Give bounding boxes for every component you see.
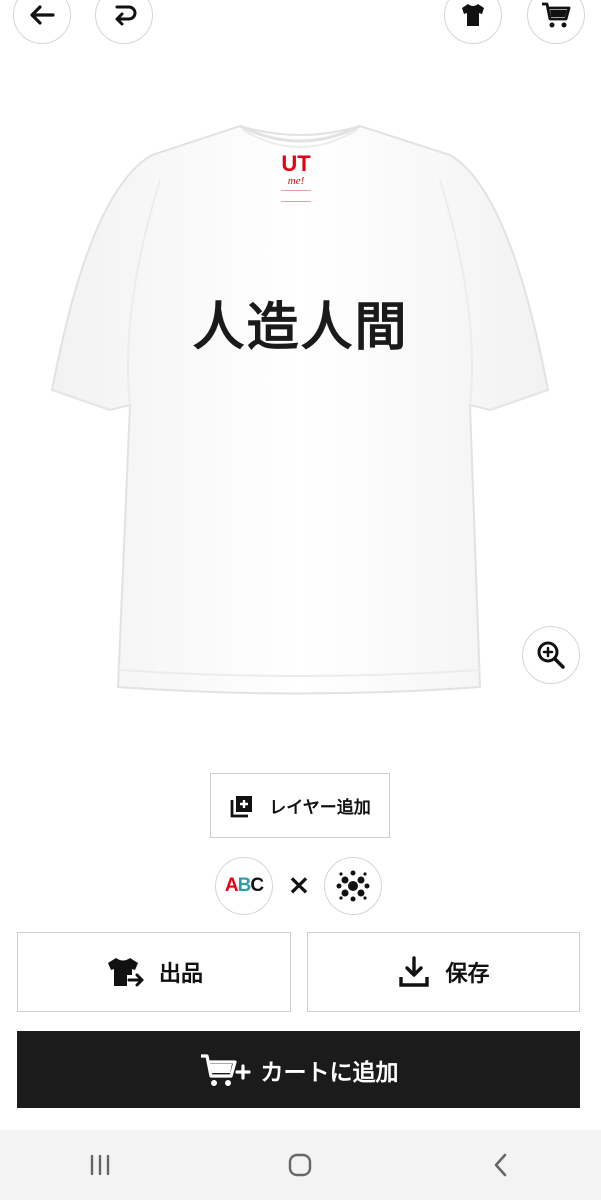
add-layer-icon [230,795,253,817]
add-to-cart-button[interactable]: カートに追加 [17,1031,580,1108]
design-text[interactable]: 人造人間 [0,285,601,360]
cart-icon [542,2,571,28]
abc-letter: A [224,875,239,896]
add-to-cart-label: カートに追加 [260,1059,399,1086]
shirt-export-icon [107,958,144,987]
save-button[interactable]: 保存 [307,932,580,1012]
abc-letter: B [237,875,252,896]
text-style-button[interactable]: ABC [215,857,273,915]
zoom-button[interactable] [522,626,580,684]
tshirt-icon [462,4,484,26]
tag-sub-text: me! [287,175,305,187]
add-layer-button[interactable]: レイヤー追加 [210,773,390,838]
save-label: 保存 [445,962,490,987]
arrow-left-icon [30,5,55,25]
cart-add-icon [200,1053,251,1086]
pattern-button[interactable] [324,857,382,915]
cart-button[interactable] [527,0,585,44]
times-sign: × [287,868,311,901]
brand-tag: UT me! [272,153,320,209]
system-back-button[interactable] [471,1135,531,1195]
home-icon [289,1153,312,1177]
publish-button[interactable]: 出品 [17,932,291,1012]
dots-pattern-icon [336,870,370,902]
product-button[interactable] [444,0,502,44]
recent-apps-button[interactable] [70,1135,130,1195]
system-nav-bar [0,1130,601,1200]
undo-icon [115,5,137,26]
undo-button[interactable] [95,0,153,44]
tag-brand-text: UT [281,151,311,176]
publish-label: 出品 [158,962,203,987]
home-button[interactable] [270,1135,330,1195]
abc-letter: C [250,875,264,896]
recent-apps-icon [90,1154,110,1176]
tag-fineprint [281,190,311,202]
download-icon [399,956,430,987]
abc-icon: ABC [224,875,264,897]
tshirt-preview[interactable]: UT me! 人造人間 [0,60,601,760]
back-button[interactable] [13,0,71,44]
add-layer-label: レイヤー追加 [269,798,371,818]
zoom-in-icon [537,641,565,669]
chevron-left-icon [494,1153,507,1177]
